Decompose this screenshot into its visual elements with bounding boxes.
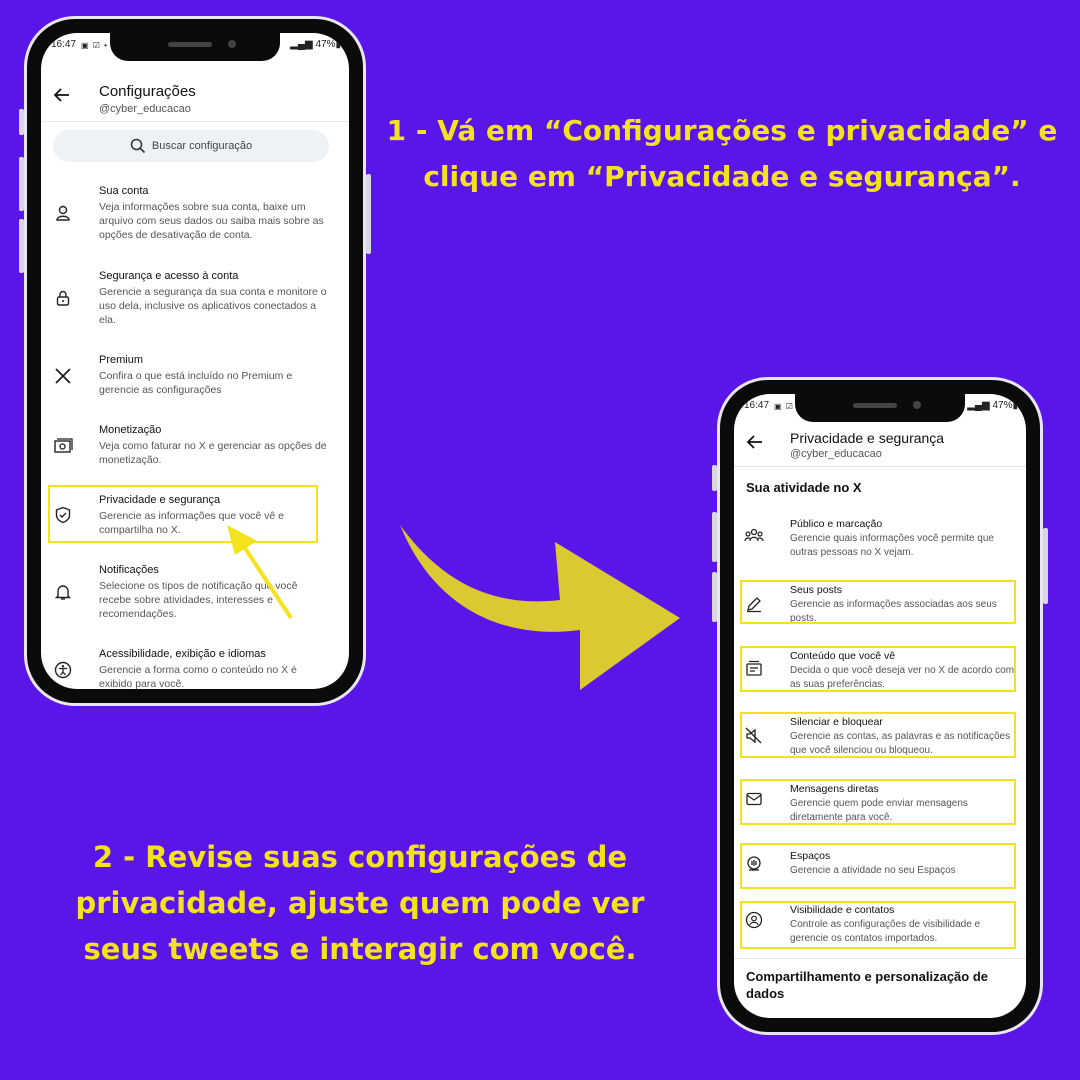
highlight-box bbox=[740, 646, 1016, 692]
lock-icon bbox=[53, 288, 73, 308]
account-handle: @cyber_educacao bbox=[99, 103, 191, 115]
item-title: Premium bbox=[99, 354, 144, 366]
search-icon bbox=[130, 138, 145, 154]
accessibility-icon bbox=[53, 660, 73, 680]
settings-item-monetization[interactable]: Monetização Veja como faturar no X e ger… bbox=[41, 422, 349, 467]
pointer-arrow-icon bbox=[227, 525, 293, 620]
money-icon bbox=[53, 436, 73, 456]
screen: 16:47 ▣ ☑ • ▂▄▆ 47%▮ Configurações @cybe… bbox=[41, 33, 349, 689]
section-title-data-sharing: Compartilhamento e personalização de dad… bbox=[746, 969, 989, 1001]
account-handle: @cyber_educacao bbox=[790, 448, 882, 460]
highlight-box bbox=[740, 580, 1016, 624]
settings-item-accessibility[interactable]: Acessibilidade, exibição e idiomas Geren… bbox=[41, 646, 349, 689]
item-desc: Gerencie a segurança da sua conta e moni… bbox=[99, 286, 327, 326]
search-placeholder: Buscar configuração bbox=[151, 140, 253, 152]
step1-caption: 1 - Vá em “Configurações e privacidade” … bbox=[386, 114, 1058, 193]
highlight-box bbox=[740, 843, 1016, 889]
battery-icon: ▮ bbox=[1012, 400, 1018, 411]
highlight-box bbox=[740, 779, 1016, 825]
item-desc: Confira o que está incluído no Premium e… bbox=[99, 370, 293, 396]
item-title: Notificações bbox=[99, 564, 159, 576]
x-logo-icon bbox=[53, 366, 73, 386]
item-desc: Veja como faturar no X e gerenciar as op… bbox=[99, 440, 327, 466]
settings-item-premium[interactable]: Premium Confira o que está incluído no P… bbox=[41, 352, 349, 397]
people-icon bbox=[744, 526, 764, 546]
page-title: Configurações bbox=[99, 83, 196, 100]
signal-icon: ▂▄▆ bbox=[967, 400, 993, 411]
settings-item-security[interactable]: Segurança e acesso à conta Gerencie a se… bbox=[41, 268, 349, 328]
highlight-box bbox=[740, 901, 1016, 949]
person-icon bbox=[53, 203, 73, 223]
item-desc: Veja informações sobre sua conta, baixe … bbox=[99, 201, 324, 241]
highlight-box bbox=[740, 712, 1016, 758]
curved-arrow-icon bbox=[400, 525, 680, 690]
item-title: Segurança e acesso à conta bbox=[99, 270, 239, 282]
battery-level: 47% bbox=[315, 39, 336, 50]
settings-item-account[interactable]: Sua conta Veja informações sobre sua con… bbox=[41, 183, 349, 253]
status-time: 16:47 bbox=[51, 39, 77, 50]
item-desc: Gerencie quais informações você permite … bbox=[790, 533, 994, 558]
back-button[interactable] bbox=[746, 434, 764, 455]
item-title: Sua conta bbox=[99, 185, 149, 197]
phone-privacy: 16:47 ▣ ☑ • ▂▄▆ 47%▮ Privacidade e segur… bbox=[712, 380, 1048, 1032]
screen: 16:47 ▣ ☑ • ▂▄▆ 47%▮ Privacidade e segur… bbox=[734, 394, 1026, 1018]
arrow-left-icon bbox=[53, 88, 69, 102]
status-icons: ▣ ☑ • bbox=[81, 41, 108, 50]
page-title: Privacidade e segurança bbox=[790, 430, 945, 446]
battery-level: 47% bbox=[992, 400, 1013, 411]
search-input[interactable]: Buscar configuração bbox=[53, 130, 329, 162]
arrow-left-icon bbox=[746, 435, 762, 449]
step2-caption: 2 - Revise suas configurações de privaci… bbox=[75, 840, 645, 966]
status-time: 16:47 bbox=[744, 400, 770, 411]
bell-icon bbox=[53, 582, 73, 602]
item-title: Monetização bbox=[99, 424, 162, 436]
item-desc: Gerencie a forma como o conteúdo no X é … bbox=[99, 664, 297, 689]
settings-item-notifications[interactable]: Notificações Selecione os tipos de notif… bbox=[41, 562, 349, 622]
signal-icon: ▂▄▆ bbox=[290, 39, 316, 50]
privacy-item-audience[interactable]: Público e marcação Gerencie quais inform… bbox=[734, 518, 1026, 558]
back-button[interactable] bbox=[53, 87, 71, 108]
item-title: Acessibilidade, exibição e idiomas bbox=[99, 648, 266, 660]
battery-icon: ▮ bbox=[335, 39, 341, 50]
phone-settings: 16:47 ▣ ☑ • ▂▄▆ 47%▮ Configurações @cybe… bbox=[19, 19, 371, 703]
section-title-activity: Sua atividade no X bbox=[746, 480, 862, 495]
item-title: Público e marcação bbox=[790, 518, 883, 530]
